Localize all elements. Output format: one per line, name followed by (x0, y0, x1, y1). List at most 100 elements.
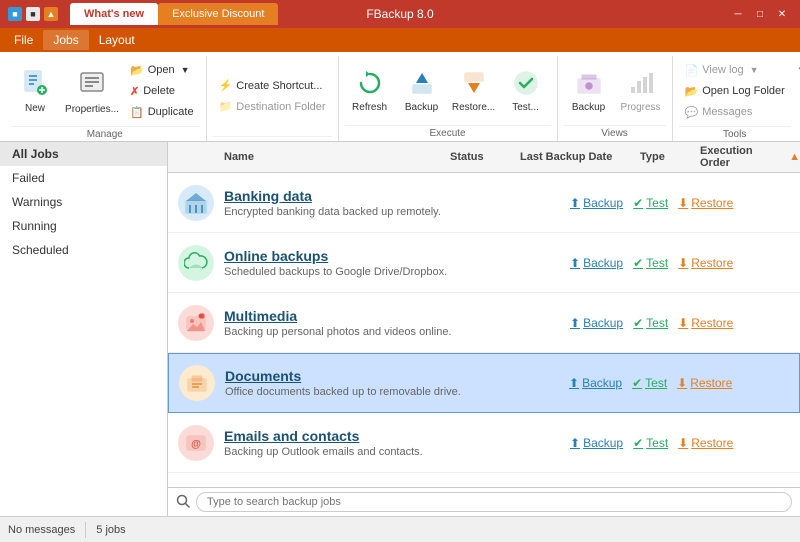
column-headers: Name Status Last Backup Date Type Execut… (168, 142, 800, 173)
ribbon-open-log-folder-button[interactable]: 📂 Open Log Folder (679, 81, 791, 101)
job-desc-banking: Encrypted banking data backed up remotel… (224, 206, 570, 218)
sidebar-item-warnings[interactable]: Warnings (0, 190, 167, 214)
job-row-online[interactable]: Online backups Scheduled backups to Goog… (168, 233, 800, 293)
job-desc-online: Scheduled backups to Google Drive/Dropbo… (224, 266, 570, 278)
ribbon-shortcuts-buttons: ⚡ Create Shortcut... 📁 Destination Folde… (213, 56, 332, 136)
col-header-status: Status (450, 151, 520, 163)
ribbon: New Properties... 📂 Open ▼ ✗ Delete (0, 52, 800, 142)
restore-btn-multimedia[interactable]: ⬇ Restore (678, 316, 733, 330)
job-name-emails[interactable]: Emails and contacts (224, 428, 570, 444)
maximize-btn[interactable]: □ (750, 6, 770, 22)
restore-btn-documents[interactable]: ⬇ Restore (677, 376, 732, 390)
backup-btn-emails[interactable]: ⬆ Backup (570, 436, 623, 450)
ribbon-group-views: Backup Progress Views (558, 56, 673, 141)
banking-icon-circle (178, 185, 214, 221)
ribbon-create-shortcut-button[interactable]: ⚡ Create Shortcut... (213, 76, 332, 96)
multimedia-icon-circle (178, 305, 214, 341)
job-actions-multimedia: ⬆ Backup ✔ Test ⬇ Restore (570, 316, 800, 330)
refresh-label: Refresh (352, 102, 387, 113)
backup-btn-banking[interactable]: ⬆ Backup (570, 196, 623, 210)
ribbon-tools-small: 📄 View log ▼ 📂 Open Log Folder 💬 Message… (679, 60, 791, 122)
backup2-icon (575, 69, 603, 100)
test-btn-multimedia[interactable]: ✔ Test (633, 316, 668, 330)
main-area: All Jobs Failed Warnings Running Schedul… (0, 142, 800, 516)
new-icon (21, 69, 49, 101)
restore-btn-online[interactable]: ⬇ Restore (678, 256, 733, 270)
restore-btn-banking[interactable]: ⬇ Restore (678, 196, 733, 210)
restore-label: Restore... (452, 102, 495, 113)
restore-arrow-icon: ⬇ (678, 196, 688, 210)
job-name-banking[interactable]: Banking data (224, 188, 570, 204)
col-exec-label: Execution Order (700, 145, 785, 169)
backup-arrow-icon-3: ⬆ (570, 316, 580, 330)
test-btn-documents[interactable]: ✔ Test (632, 376, 667, 390)
sidebar-item-all-jobs[interactable]: All Jobs (0, 142, 167, 166)
view-log-chevron-icon: ▼ (750, 65, 759, 75)
sidebar-item-scheduled[interactable]: Scheduled (0, 238, 167, 262)
job-name-multimedia[interactable]: Multimedia (224, 308, 570, 324)
tab-whats-new[interactable]: What's new (70, 3, 158, 25)
ribbon-execute-label: Execute (345, 125, 551, 141)
ribbon-backup-button[interactable]: Backup (397, 63, 447, 119)
backup-btn-multimedia[interactable]: ⬆ Backup (570, 316, 623, 330)
job-icon-documents (169, 365, 225, 401)
restore-arrow-icon-4: ⬇ (677, 376, 687, 390)
ribbon-delete-button[interactable]: ✗ Delete (124, 81, 200, 101)
menu-layout[interactable]: Layout (89, 30, 145, 50)
ribbon-properties-button[interactable]: Properties... (62, 63, 122, 119)
ribbon-duplicate-button[interactable]: 📋 Duplicate (124, 102, 200, 122)
job-desc-documents: Office documents backed up to removable … (225, 386, 569, 398)
sidebar-item-failed[interactable]: Failed (0, 166, 167, 190)
restore-btn-emails[interactable]: ⬇ Restore (678, 436, 733, 450)
ribbon-open-button[interactable]: 📂 Open ▼ (124, 60, 200, 80)
backup-btn-online[interactable]: ⬆ Backup (570, 256, 623, 270)
test-btn-emails[interactable]: ✔ Test (633, 436, 668, 450)
ribbon-messages-button: 💬 Messages (679, 102, 791, 122)
ribbon-refresh-button[interactable]: Refresh (345, 63, 395, 119)
job-icon-online (168, 245, 224, 281)
ribbon-restore-button[interactable]: Restore... (449, 63, 499, 119)
test-btn-online[interactable]: ✔ Test (633, 256, 668, 270)
new-label: New (25, 103, 45, 114)
job-name-online[interactable]: Online backups (224, 248, 570, 264)
ribbon-new-button[interactable]: New (10, 63, 60, 119)
ribbon-shortcuts-small: ⚡ Create Shortcut... 📁 Destination Folde… (213, 76, 332, 117)
restore-arrow-icon-3: ⬇ (678, 316, 688, 330)
window-controls: ─ □ ✕ (728, 6, 792, 22)
menu-jobs[interactable]: Jobs (43, 30, 88, 50)
job-row-banking[interactable]: Banking data Encrypted banking data back… (168, 173, 800, 233)
job-row-multimedia[interactable]: Multimedia Backing up personal photos an… (168, 293, 800, 353)
restore-icon (460, 69, 488, 100)
col-header-exec[interactable]: Execution Order ▲ (700, 145, 800, 169)
test-icon (512, 69, 540, 100)
view-log-icon: 📄 (685, 64, 699, 77)
close-btn[interactable]: ✕ (772, 6, 792, 22)
job-row-emails[interactable]: @ Emails and contacts Backing up Outlook… (168, 413, 800, 473)
ribbon-execute-buttons: Refresh Backup Restore... Test... (345, 56, 551, 125)
backup-label: Backup (405, 102, 438, 113)
job-desc-emails: Backing up Outlook emails and contacts. (224, 446, 570, 458)
sidebar-item-running[interactable]: Running (0, 214, 167, 238)
job-name-documents[interactable]: Documents (225, 368, 569, 384)
menu-file[interactable]: File (4, 30, 43, 50)
job-info-emails: Emails and contacts Backing up Outlook e… (224, 428, 570, 458)
app-icon-blue: ■ (8, 7, 22, 21)
test-check-icon: ✔ (633, 196, 643, 210)
ribbon-group-execute: Refresh Backup Restore... Test... (339, 56, 558, 141)
backup-btn-documents[interactable]: ⬆ Backup (569, 376, 622, 390)
test-btn-banking[interactable]: ✔ Test (633, 196, 668, 210)
job-actions-banking: ⬆ Backup ✔ Test ⬇ Restore (570, 196, 800, 210)
ribbon-group-shortcuts: ⚡ Create Shortcut... 📁 Destination Folde… (207, 56, 339, 141)
job-info-banking: Banking data Encrypted banking data back… (224, 188, 570, 218)
search-input[interactable] (196, 492, 792, 512)
tab-exclusive-discount[interactable]: Exclusive Discount (158, 3, 278, 25)
minimize-btn[interactable]: ─ (728, 6, 748, 22)
job-row-documents[interactable]: Documents Office documents backed up to … (168, 353, 800, 413)
job-desc-multimedia: Backing up personal photos and videos on… (224, 326, 570, 338)
ribbon-backup2-button[interactable]: Backup (564, 63, 614, 119)
job-icon-emails: @ (168, 425, 224, 461)
ribbon-progress-button[interactable]: Progress (616, 63, 666, 119)
ribbon-test-button[interactable]: Test... (501, 63, 551, 119)
open-icon: 📂 (130, 64, 144, 77)
delete-icon: ✗ (130, 85, 139, 98)
